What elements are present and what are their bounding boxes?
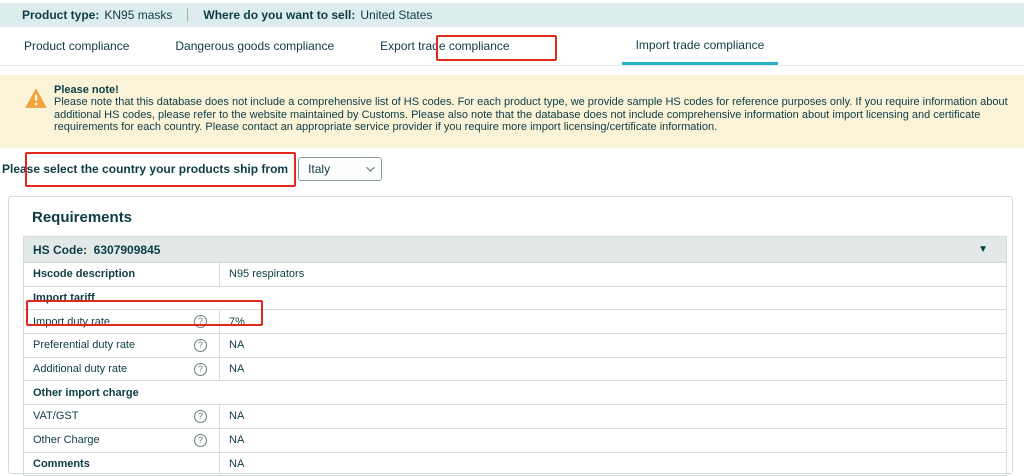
section-label: Import tariff <box>24 286 1007 310</box>
context-bar-divider <box>187 8 188 22</box>
row-value: NA <box>220 452 1007 476</box>
row-label: VAT/GST <box>33 410 78 422</box>
section-row-import-tariff: Import tariff <box>24 286 1007 310</box>
chevron-down-icon <box>366 163 374 171</box>
table-row-hscode-description: Hscode description N95 respirators <box>24 263 1007 287</box>
notice-banner: Please note! Please note that this datab… <box>0 75 1024 148</box>
row-value: NA <box>220 405 1007 429</box>
requirements-heading: Requirements <box>32 209 998 226</box>
row-label: Comments <box>33 458 90 470</box>
product-type-label: Product type: <box>22 8 99 22</box>
help-icon[interactable]: ? <box>194 339 207 352</box>
notice-title: Please note! <box>54 84 1016 96</box>
help-icon[interactable]: ? <box>194 315 207 328</box>
notice-body: Please note that this database does not … <box>54 96 1016 133</box>
table-row-preferential-duty-rate: Preferential duty rate ? NA <box>24 334 1007 358</box>
tab-dangerous-goods-compliance[interactable]: Dangerous goods compliance <box>173 29 336 65</box>
hs-code-header-row[interactable]: HS Code: 6307909845 ▼ <box>24 237 1007 263</box>
product-type-value: KN95 masks <box>104 8 172 22</box>
table-row-other-charge: Other Charge ? NA <box>24 428 1007 452</box>
ship-from-country-value: Italy <box>308 162 330 176</box>
tab-export-trade-compliance[interactable]: Export trade compliance <box>378 29 511 65</box>
section-label: Other import charge <box>24 381 1007 405</box>
row-label: Other Charge <box>33 434 100 446</box>
row-label: Additional duty rate <box>33 363 127 375</box>
help-icon[interactable]: ? <box>194 410 207 423</box>
table-row-vat-gst: VAT/GST ? NA <box>24 405 1007 429</box>
row-label: Preferential duty rate <box>33 339 135 351</box>
row-value: NA <box>220 428 1007 452</box>
sell-destination-value: United States <box>360 8 432 22</box>
row-value: N95 respirators <box>220 263 1007 287</box>
hs-code-value: 6307909845 <box>94 243 161 257</box>
table-row-import-duty-rate: Import duty rate ? 7% <box>24 310 1007 334</box>
compliance-tabs: Product compliance Dangerous goods compl… <box>0 27 1024 66</box>
table-row-comments: Comments NA <box>24 452 1007 476</box>
row-label: Hscode description <box>33 268 135 280</box>
sell-destination-label: Where do you want to sell: <box>203 8 355 22</box>
notice-text: Please note! Please note that this datab… <box>54 84 1016 139</box>
collapse-caret-icon[interactable]: ▼ <box>978 244 994 255</box>
ship-from-country-select[interactable]: Italy <box>298 157 382 181</box>
row-value: NA <box>220 334 1007 358</box>
hs-code-label: HS Code: <box>33 243 87 257</box>
ship-from-row: Please select the country your products … <box>2 157 382 181</box>
requirements-card: Requirements HS Code: 6307909845 ▼ Hscod… <box>8 196 1013 474</box>
context-bar: Product type: KN95 masks Where do you wa… <box>0 3 1024 27</box>
requirements-table: HS Code: 6307909845 ▼ Hscode description… <box>23 236 1007 476</box>
hs-code-text: HS Code: 6307909845 <box>33 243 160 257</box>
section-row-other-import-charge: Other import charge <box>24 381 1007 405</box>
ship-from-label: Please select the country your products … <box>2 162 288 176</box>
tab-import-trade-compliance[interactable]: Import trade compliance <box>622 28 779 65</box>
help-icon[interactable]: ? <box>194 363 207 376</box>
row-value: NA <box>220 357 1007 381</box>
row-label: Import duty rate <box>33 316 110 328</box>
warning-triangle-icon <box>24 87 48 109</box>
tab-product-compliance[interactable]: Product compliance <box>22 29 131 65</box>
row-value: 7% <box>220 310 1007 334</box>
help-icon[interactable]: ? <box>194 434 207 447</box>
table-row-additional-duty-rate: Additional duty rate ? NA <box>24 357 1007 381</box>
